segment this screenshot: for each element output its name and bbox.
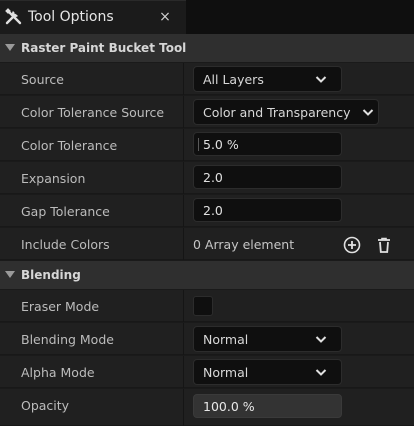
alpha-mode-dropdown[interactable]: Normal [193, 359, 342, 385]
dropdown-value: All Layers [203, 72, 264, 87]
property-label: Gap Tolerance [21, 204, 110, 219]
slider-handle[interactable] [198, 138, 199, 151]
row-alpha-mode: Alpha Mode Normal [0, 356, 414, 388]
close-icon[interactable]: × [158, 10, 172, 24]
column-divider[interactable] [183, 63, 184, 95]
property-label: Opacity [21, 398, 70, 413]
row-source: Source All Layers [0, 63, 414, 95]
column-divider[interactable] [183, 195, 184, 227]
expansion-input[interactable]: 2.0 [193, 165, 342, 189]
chevron-down-icon [315, 76, 327, 83]
section-header-raster-paint-bucket[interactable]: Raster Paint Bucket Tool [0, 34, 414, 62]
property-label: Eraser Mode [21, 299, 100, 314]
property-label: Include Colors [21, 237, 110, 252]
chevron-down-icon [315, 369, 327, 376]
color-tolerance-input[interactable]: 5.0 % [193, 132, 342, 156]
color-tolerance-source-dropdown[interactable]: Color and Transparency [193, 99, 379, 125]
section-header-blending[interactable]: Blending [0, 261, 414, 289]
chevron-down-icon [315, 336, 327, 343]
property-label: Alpha Mode [21, 365, 95, 380]
details-panel: Raster Paint Bucket Tool Source All Laye… [0, 34, 414, 426]
tab-bar: Tool Options × [0, 0, 414, 34]
column-divider[interactable] [183, 162, 184, 194]
column-divider[interactable] [183, 323, 184, 355]
property-label: Expansion [21, 171, 86, 186]
input-value: 5.0 % [203, 137, 239, 152]
row-color-tolerance-source: Color Tolerance Source Color and Transpa… [0, 96, 414, 128]
trash-icon[interactable] [375, 236, 393, 254]
dropdown-value: Normal [203, 332, 249, 347]
eraser-mode-checkbox[interactable] [193, 296, 213, 316]
tab-tool-options[interactable]: Tool Options × [0, 0, 186, 34]
dropdown-value: Color and Transparency [203, 105, 351, 120]
section-title: Raster Paint Bucket Tool [21, 41, 187, 55]
row-expansion: Expansion 2.0 [0, 162, 414, 194]
input-value: 2.0 [203, 203, 223, 218]
input-value: 100.0 % [203, 399, 255, 414]
property-label: Color Tolerance Source [21, 105, 165, 120]
property-label: Color Tolerance [21, 138, 118, 153]
row-eraser-mode: Eraser Mode [0, 290, 414, 322]
caret-down-icon [5, 44, 15, 51]
opacity-slider[interactable]: 100.0 % [193, 394, 342, 418]
column-divider[interactable] [183, 389, 184, 426]
chevron-down-icon [362, 109, 374, 116]
row-include-colors: Include Colors 0 Array element [0, 228, 414, 260]
property-label: Source [21, 72, 64, 87]
column-divider[interactable] [183, 356, 184, 388]
column-divider[interactable] [183, 290, 184, 322]
tools-icon [5, 8, 22, 25]
tab-title: Tool Options [28, 9, 114, 25]
row-opacity: Opacity 100.0 % [0, 389, 414, 426]
property-label: Blending Mode [21, 332, 114, 347]
row-blending-mode: Blending Mode Normal [0, 323, 414, 355]
add-element-icon[interactable] [343, 236, 361, 254]
row-gap-tolerance: Gap Tolerance 2.0 [0, 195, 414, 227]
source-dropdown[interactable]: All Layers [193, 66, 342, 92]
blending-mode-dropdown[interactable]: Normal [193, 326, 342, 352]
array-count: 0 Array element [193, 237, 295, 252]
column-divider[interactable] [183, 96, 184, 128]
gap-tolerance-input[interactable]: 2.0 [193, 198, 342, 222]
caret-down-icon [5, 271, 15, 278]
input-value: 2.0 [203, 170, 223, 185]
column-divider[interactable] [183, 129, 184, 161]
column-divider[interactable] [183, 228, 184, 260]
row-color-tolerance: Color Tolerance 5.0 % [0, 129, 414, 161]
section-title: Blending [21, 268, 81, 282]
dropdown-value: Normal [203, 365, 249, 380]
